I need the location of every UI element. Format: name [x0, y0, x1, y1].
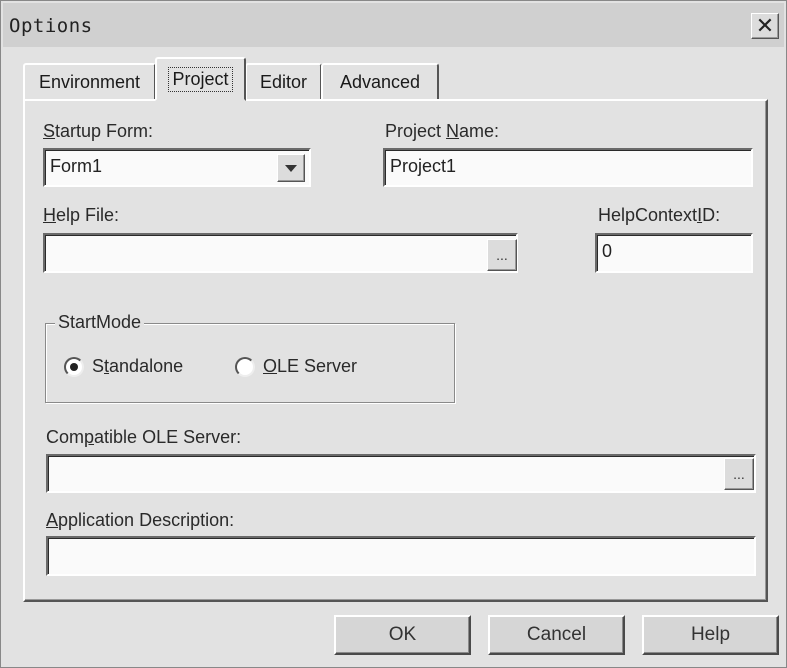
mnemonic: N [446, 121, 460, 141]
mnemonic: O [263, 356, 278, 376]
window-title: Options [9, 15, 93, 37]
tab-editor[interactable]: Editor [245, 63, 322, 99]
help-file-label: Help File: [43, 205, 119, 226]
label-rest: atible OLE Server: [94, 427, 242, 447]
application-description-input[interactable] [46, 536, 756, 576]
label-rest: S [92, 356, 105, 376]
ole-server-radio[interactable] [235, 357, 255, 377]
tab-advanced[interactable]: Advanced [321, 63, 439, 99]
close-icon: ✕ [755, 13, 775, 38]
help-button-label: Help [690, 624, 731, 645]
label-rest: pplication Description: [58, 510, 235, 530]
ok-button-label: OK [388, 624, 417, 645]
options-dialog: Options ✕ Environment Project Editor Adv… [0, 0, 787, 668]
help-context-id-value: 0 [602, 241, 613, 261]
chevron-down-icon [285, 164, 297, 172]
startup-form-value: Form1 [50, 156, 103, 176]
label-rest: HelpContext [598, 205, 698, 225]
close-button[interactable]: ✕ [751, 13, 779, 39]
startup-form-label: Startup Form: [43, 121, 153, 142]
cancel-button[interactable]: Cancel [488, 615, 625, 655]
start-mode-legend: StartMode [55, 312, 145, 333]
ole-server-label[interactable]: OLE Server [263, 356, 357, 377]
ellipsis-icon: ... [496, 247, 508, 263]
compatible-ole-server-input[interactable] [46, 454, 756, 493]
help-file-browse-button[interactable]: ... [487, 239, 517, 271]
label-rest: Project [385, 121, 447, 141]
tab-label: Environment [38, 71, 141, 92]
project-name-input[interactable]: Project1 [383, 148, 753, 187]
label-rest: D: [702, 205, 721, 225]
mnemonic: S [43, 121, 56, 141]
help-file-input[interactable] [43, 233, 518, 273]
tab-environment[interactable]: Environment [23, 63, 156, 99]
mnemonic: A [46, 510, 59, 530]
mnemonic: p [84, 427, 95, 447]
compatible-ole-server-browse-button[interactable]: ... [724, 458, 754, 490]
title-bar[interactable]: Options ✕ [3, 3, 784, 47]
label-rest: LE Server [277, 356, 358, 376]
project-name-label: Project Name: [385, 121, 499, 142]
standalone-label[interactable]: Standalone [92, 356, 183, 377]
mnemonic: H [43, 205, 56, 225]
cancel-button-label: Cancel [526, 624, 587, 645]
ok-button[interactable]: OK [334, 615, 471, 655]
tab-label: Editor [259, 71, 308, 92]
startup-form-dropdown-button[interactable] [277, 154, 305, 182]
project-name-value: Project1 [390, 156, 457, 176]
standalone-radio[interactable] [64, 357, 84, 377]
tab-label: Advanced [339, 71, 421, 92]
radio-selected-dot [70, 363, 78, 371]
help-button[interactable]: Help [642, 615, 779, 655]
help-context-id-input[interactable]: 0 [595, 233, 753, 273]
ellipsis-icon: ... [733, 466, 745, 482]
label-rest: Com [46, 427, 85, 447]
label-rest: tartup Form: [55, 121, 154, 141]
help-context-id-label: HelpContextID: [598, 205, 720, 226]
tab-label: Project [168, 66, 233, 92]
label-rest: elp File: [56, 205, 120, 225]
startup-form-select[interactable]: Form1 [43, 148, 311, 187]
label-rest: andalone [109, 356, 184, 376]
tab-project[interactable]: Project [155, 57, 246, 101]
compatible-ole-server-label: Compatible OLE Server: [46, 427, 241, 448]
label-rest: ame: [459, 121, 500, 141]
application-description-label: Application Description: [46, 510, 234, 531]
